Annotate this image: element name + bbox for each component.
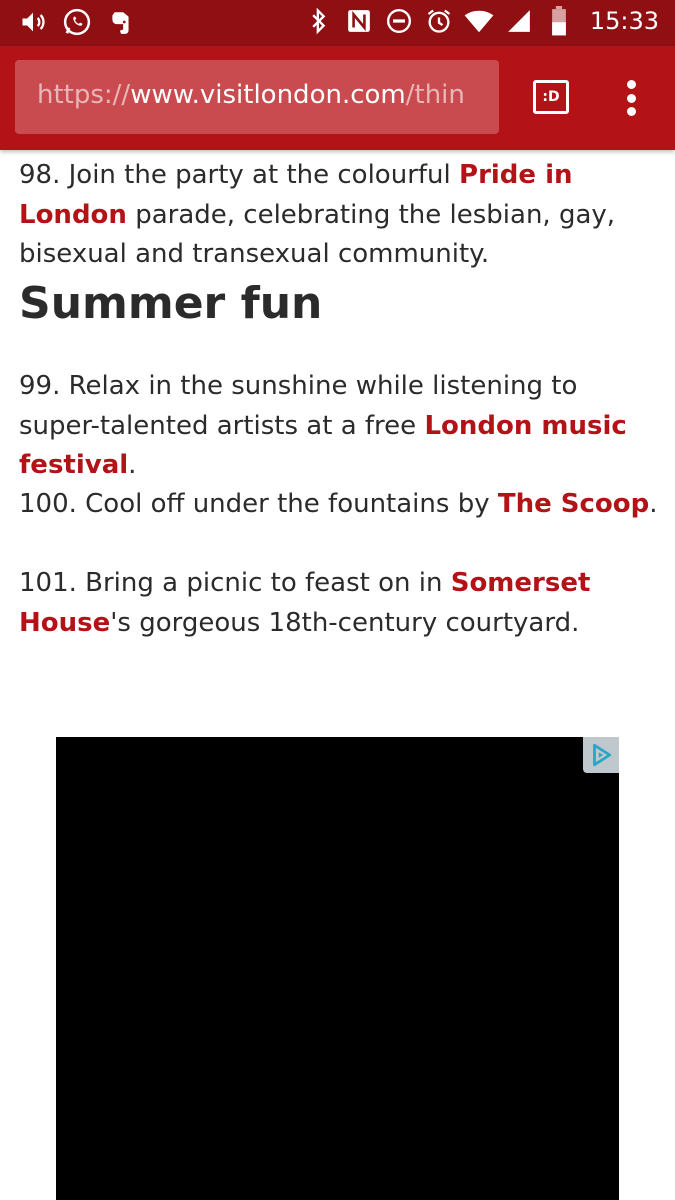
video-ad[interactable] xyxy=(56,737,619,1200)
do-not-disturb-icon xyxy=(384,6,414,36)
bluetooth-icon xyxy=(304,6,334,36)
list-item-99: 99. Relax in the sunshine while listenin… xyxy=(19,367,659,486)
alarm-icon xyxy=(424,6,454,36)
page-content: 98. Join the party at the colourful Prid… xyxy=(0,150,675,1200)
evernote-icon xyxy=(106,7,136,37)
status-bar: 15:33 xyxy=(0,0,675,46)
volume-icon xyxy=(18,7,48,37)
signal-icon xyxy=(504,6,534,36)
status-bar-time: 15:33 xyxy=(589,7,659,35)
wifi-icon xyxy=(464,6,494,36)
item-text: . xyxy=(649,489,658,519)
url-bar[interactable]: https://www.visitlondon.com/thin xyxy=(15,60,499,134)
battery-icon xyxy=(544,6,574,36)
status-bar-system: 15:33 xyxy=(304,6,659,36)
menu-dot xyxy=(626,80,636,89)
tab-switcher-button[interactable]: :D xyxy=(533,80,569,114)
menu-dot xyxy=(626,93,636,103)
browser-toolbar: https://www.visitlondon.com/thin :D xyxy=(0,46,675,150)
list-item-100: 100. Cool off under the fountains by The… xyxy=(19,485,659,525)
adchoices-icon[interactable] xyxy=(583,737,619,773)
list-item-101: 101. Bring a picnic to feast on in Somer… xyxy=(19,564,659,643)
nfc-icon xyxy=(344,6,374,36)
link-the-scoop[interactable]: The Scoop xyxy=(498,489,649,519)
whatsapp-icon xyxy=(62,7,92,37)
item-text: 98. Join the party at the colourful xyxy=(19,160,460,190)
item-text: . xyxy=(128,450,137,480)
overflow-menu-button[interactable] xyxy=(614,76,648,120)
menu-dot xyxy=(626,107,636,116)
status-bar-notifications xyxy=(18,7,136,37)
list-item-98: 98. Join the party at the colourful Prid… xyxy=(19,156,659,275)
tab-switcher-label: :D xyxy=(542,89,560,105)
url-text: https://www.visitlondon.com/thin xyxy=(37,80,465,110)
url-host: www.visitlondon.com xyxy=(130,80,406,110)
url-scheme: https:// xyxy=(37,80,131,110)
section-heading: Summer fun xyxy=(19,278,323,329)
url-path: /thin xyxy=(405,80,465,110)
item-text: 's gorgeous 18th-century courtyard. xyxy=(110,607,580,638)
item-text: 100. Cool off under the fountains by xyxy=(19,489,498,519)
item-text: 101. Bring a picnic to feast on in xyxy=(19,568,451,598)
